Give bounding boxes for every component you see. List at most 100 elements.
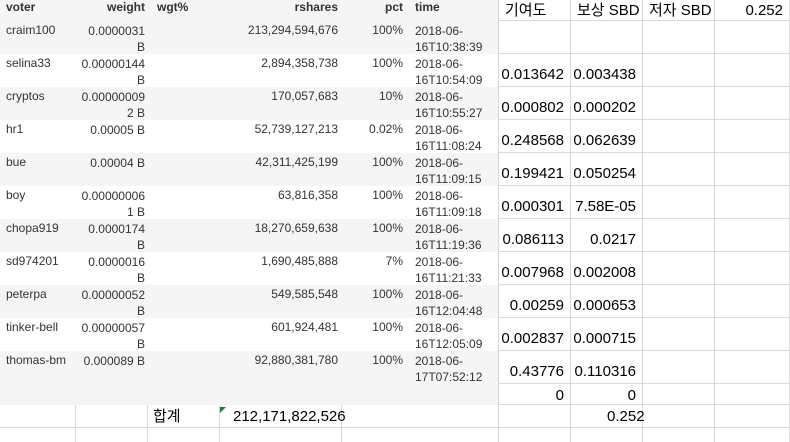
cell-comment-flag — [220, 407, 226, 413]
header-time-text: time — [415, 0, 440, 14]
cell-weight-line: 0.00004 B — [90, 156, 145, 170]
cell-rshares-text: 42,311,425,199 — [255, 155, 338, 169]
header-reward-sbd-text: 보상 SBD — [577, 2, 640, 19]
cell-rshares-text: 549,585,548 — [271, 287, 338, 301]
cell-pct: 100% — [344, 186, 409, 219]
total-rshares[interactable]: 212,171,822,526 — [227, 405, 346, 428]
embedded-empty-row — [0, 384, 498, 405]
cell-rshares: 170,057,683 — [221, 87, 344, 120]
header-contribution[interactable]: 기여도 — [499, 0, 570, 21]
reward-cell[interactable]: 0.000653 — [571, 285, 642, 318]
cell-time-line: 17T07:52:12 — [415, 370, 483, 384]
reward-cell[interactable]: 0.050254 — [571, 153, 642, 186]
cell-time-line: 2018-06- — [415, 123, 464, 137]
contribution-cell[interactable]: 0.248568 — [499, 120, 570, 153]
embedded-header-row: voter weight wgt% rshares pct time — [0, 0, 498, 21]
reward-cell[interactable]: 0.110316 — [571, 351, 642, 384]
contribution-cell[interactable] — [499, 21, 570, 54]
cell-time: 2018-06- 16T10:54:09 — [409, 54, 498, 87]
cell-rshares-text: 2,894,358,738 — [261, 56, 338, 70]
reward-cell-text: 0.110316 — [574, 363, 636, 380]
reward-cell[interactable]: 0.000202 — [571, 87, 642, 120]
embedded-row: chopa919 0.0000174 B 18,270,659,638 100% 2018… — [0, 219, 498, 252]
embedded-row: cryptos 0.00000009 2 B 170,057,683 10% 2018-0… — [0, 87, 498, 120]
cell-weight: 0.00000006 1 B — [76, 186, 151, 219]
contribution-cell[interactable]: 0.086113 — [499, 219, 570, 252]
cell-time-line: 2018-06- — [415, 255, 464, 269]
cell-voter: peterpa — [0, 285, 76, 318]
cell-pct: 100% — [344, 54, 409, 87]
cell-time-line: 2018-06- — [415, 354, 464, 368]
reward-cell[interactable]: 0.062639 — [571, 120, 642, 153]
embedded-voter-table: voter weight wgt% rshares pct time craim100 0.0… — [0, 0, 498, 405]
reward-zero-cell-text: 0 — [627, 387, 636, 404]
cell-voter-text: thomas-bm — [6, 353, 67, 367]
reward-cell[interactable]: 7.58E-05 — [571, 186, 642, 219]
gridline-horizontal — [0, 427, 790, 428]
contribution-cell[interactable]: 0.000301 — [499, 186, 570, 219]
cell-rshares-text: 1,690,485,888 — [261, 254, 338, 268]
cell-voter-text: peterpa — [6, 287, 47, 301]
cell-time-line: 2018-06- — [415, 90, 464, 104]
header-rshares: rshares — [221, 0, 344, 21]
cell-weight-line: B — [136, 304, 145, 318]
cell-voter-text: sd974201 — [6, 254, 59, 268]
cell-voter: hr1 — [0, 120, 76, 153]
reward-cell[interactable] — [571, 21, 642, 54]
total-rshares-text: 212,171,822,526 — [233, 408, 346, 425]
cell-rshares: 2,894,358,738 — [221, 54, 344, 87]
embedded-row: selina33 0.00000144 B 2,894,358,738 100% 2018… — [0, 54, 498, 87]
cell-voter: chopa919 — [0, 219, 76, 252]
cell-rshares: 92,880,381,780 — [221, 351, 344, 384]
header-reward-sbd[interactable]: 보상 SBD — [571, 0, 642, 21]
cell-time: 2018-06- 16T11:21:33 — [409, 252, 498, 285]
contribution-cell-text: 0.000802 — [501, 99, 564, 116]
cell-weight: 0.00004 B — [76, 153, 151, 186]
contribution-cell[interactable]: 0.43776 — [499, 351, 570, 384]
contribution-cell[interactable]: 0.007968 — [499, 252, 570, 285]
cell-weight-line: 0.0000016 — [88, 255, 145, 269]
total-label[interactable]: 합계 — [147, 405, 219, 428]
reward-cell[interactable]: 0.000715 — [571, 318, 642, 351]
cell-time-line: 2018-06- — [415, 222, 464, 236]
cell-weight-line: B — [136, 337, 145, 351]
contribution-cell[interactable]: 0.002837 — [499, 318, 570, 351]
total-reward-sbd[interactable]: 0.252 — [601, 405, 645, 428]
cell-rshares: 213,294,594,676 — [221, 21, 344, 54]
cell-rshares-text: 92,880,381,780 — [254, 353, 338, 367]
reward-zero-cell[interactable]: 0 — [571, 384, 642, 405]
header-author-sbd[interactable]: 저자 SBD — [643, 0, 714, 21]
contribution-cell[interactable]: 0.013642 — [499, 54, 570, 87]
cell-time: 2018-06- 17T07:52:12 — [409, 351, 498, 384]
cell-voter: sd974201 — [0, 252, 76, 285]
reward-cell-text: 0.000653 — [573, 297, 636, 314]
cell-time-line: 16T11:09:18 — [415, 205, 482, 219]
author-sbd-value[interactable]: 0.252 — [715, 0, 789, 21]
contribution-cell-text: 0.43776 — [509, 363, 564, 380]
contribution-zero-cell[interactable]: 0 — [499, 384, 570, 405]
cell-pct: 100% — [344, 21, 409, 54]
contribution-cell[interactable]: 0.00259 — [499, 285, 570, 318]
cell-rshares: 63,816,358 — [221, 186, 344, 219]
cell-pct: 0.02% — [344, 120, 409, 153]
cell-voter-text: chopa919 — [6, 221, 59, 235]
reward-cell-text: 0.050254 — [573, 165, 636, 182]
contribution-cell[interactable]: 0.199421 — [499, 153, 570, 186]
cell-time-line: 2018-06- — [415, 24, 464, 38]
cell-rshares: 1,690,485,888 — [221, 252, 344, 285]
cell-voter: boy — [0, 186, 76, 219]
reward-cell[interactable]: 0.002008 — [571, 252, 642, 285]
cell-pct-text: 100% — [372, 287, 403, 301]
cell-time-line: 2018-06- — [415, 288, 464, 302]
cell-time: 2018-06- 16T11:09:15 — [409, 153, 498, 186]
cell-time-line: 2018-06- — [415, 156, 464, 170]
embedded-row: thomas-bm 0.000089 B 92,880,381,780 100% 201… — [0, 351, 498, 384]
total-label-text: 합계 — [153, 408, 181, 425]
cell-weight-line: 0.00000006 — [81, 189, 145, 203]
reward-cell-text: 7.58E-05 — [575, 198, 636, 215]
header-contribution-text: 기여도 — [505, 2, 547, 19]
reward-cell[interactable]: 0.0217 — [571, 219, 642, 252]
cell-time-line: 16T11:09:15 — [415, 172, 482, 186]
reward-cell[interactable]: 0.003438 — [571, 54, 642, 87]
contribution-cell[interactable]: 0.000802 — [499, 87, 570, 120]
